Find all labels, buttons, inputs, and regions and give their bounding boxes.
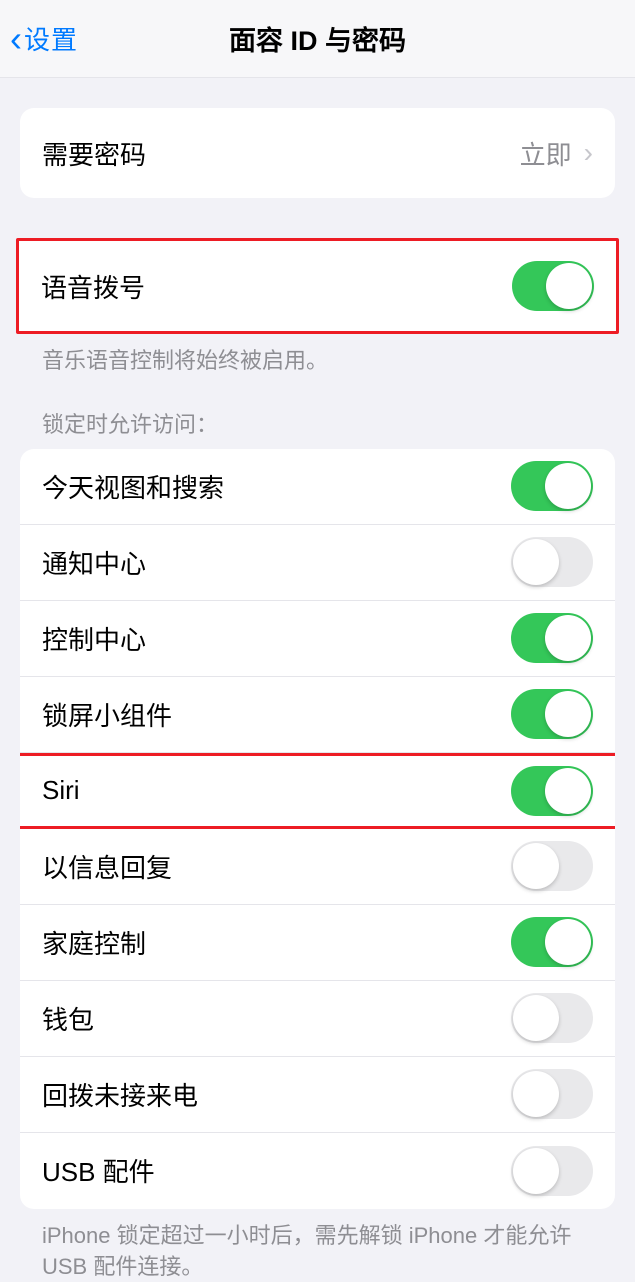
lock-access-item-label: 家庭控制: [42, 924, 146, 961]
lock-access-row: Siri: [20, 753, 615, 829]
lock-access-row: 锁屏小组件: [20, 677, 615, 753]
require-passcode-label: 需要密码: [42, 135, 146, 172]
lock-access-item-label: USB 配件: [42, 1152, 155, 1189]
lock-access-header: 锁定时允许访问：: [20, 377, 615, 449]
lock-access-item-label: 钱包: [42, 1000, 94, 1037]
lock-access-item-label: 锁屏小组件: [42, 696, 172, 733]
voice-dial-toggle[interactable]: [512, 261, 594, 311]
voice-dial-footer: 音乐语音控制将始终被启用。: [20, 334, 615, 377]
lock-access-toggle[interactable]: [511, 461, 593, 511]
lock-access-row: 控制中心: [20, 601, 615, 677]
lock-access-row: 通知中心: [20, 525, 615, 601]
lock-access-toggle[interactable]: [511, 766, 593, 816]
lock-access-row: 钱包: [20, 981, 615, 1057]
lock-access-item-label: 通知中心: [42, 544, 146, 581]
require-passcode-section: 需要密码 立即 ›: [20, 108, 615, 198]
chevron-left-icon: ‹: [10, 18, 22, 60]
lock-access-item-label: 今天视图和搜索: [42, 468, 224, 505]
chevron-right-icon: ›: [584, 137, 593, 169]
back-label: 设置: [24, 20, 78, 57]
back-button[interactable]: ‹ 设置: [0, 18, 78, 60]
require-passcode-value: 立即 ›: [520, 135, 593, 172]
lock-access-row: 回拨未接来电: [20, 1057, 615, 1133]
require-passcode-row[interactable]: 需要密码 立即 ›: [20, 108, 615, 198]
voice-dial-label: 语音拨号: [41, 268, 145, 305]
lock-access-toggle[interactable]: [511, 993, 593, 1043]
page-title: 面容 ID 与密码: [0, 19, 635, 58]
lock-access-toggle[interactable]: [511, 917, 593, 967]
lock-access-footer: iPhone 锁定超过一小时后，需先解锁 iPhone 才能允许 USB 配件连…: [20, 1209, 615, 1282]
lock-access-toggle[interactable]: [511, 537, 593, 587]
lock-access-toggle[interactable]: [511, 1069, 593, 1119]
voice-dial-section: 语音拨号: [16, 238, 619, 334]
lock-access-row: 今天视图和搜索: [20, 449, 615, 525]
lock-access-toggle[interactable]: [511, 841, 593, 891]
lock-access-row: USB 配件: [20, 1133, 615, 1209]
lock-access-toggle[interactable]: [511, 689, 593, 739]
lock-access-row: 以信息回复: [20, 829, 615, 905]
lock-access-toggle[interactable]: [511, 1146, 593, 1196]
lock-access-toggle[interactable]: [511, 613, 593, 663]
voice-dial-row: 语音拨号: [19, 241, 616, 331]
lock-access-row: 家庭控制: [20, 905, 615, 981]
lock-access-item-label: Siri: [42, 775, 80, 806]
lock-access-item-label: 控制中心: [42, 620, 146, 657]
nav-header: ‹ 设置 面容 ID 与密码: [0, 0, 635, 78]
lock-access-section: 今天视图和搜索通知中心控制中心锁屏小组件 Siri 以信息回复家庭控制钱包回拨未接来…: [20, 449, 615, 1209]
lock-access-item-label: 回拨未接来电: [42, 1076, 198, 1113]
lock-access-item-label: 以信息回复: [42, 848, 172, 885]
